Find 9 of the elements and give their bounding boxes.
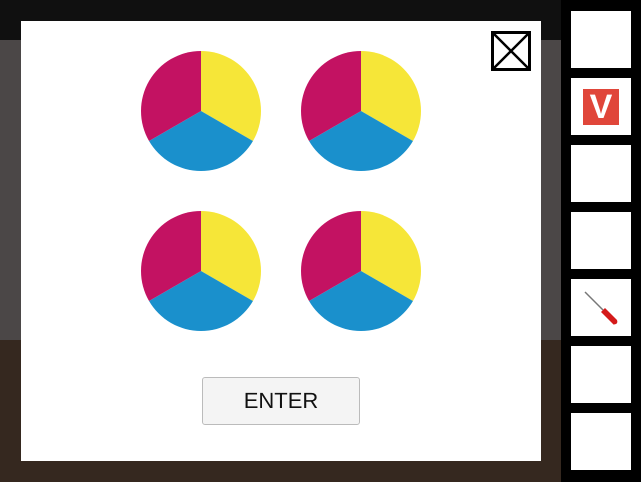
pie-dial[interactable] [301, 51, 421, 171]
inventory-slot[interactable]: V [571, 78, 631, 135]
close-icon[interactable] [491, 31, 531, 71]
letter-card: V [583, 88, 619, 124]
inventory-slot[interactable] [571, 279, 631, 336]
enter-button[interactable]: ENTER [202, 377, 360, 425]
pie-dial[interactable] [301, 211, 421, 331]
pie-dial[interactable] [141, 211, 261, 331]
pie-dial[interactable] [141, 51, 261, 171]
